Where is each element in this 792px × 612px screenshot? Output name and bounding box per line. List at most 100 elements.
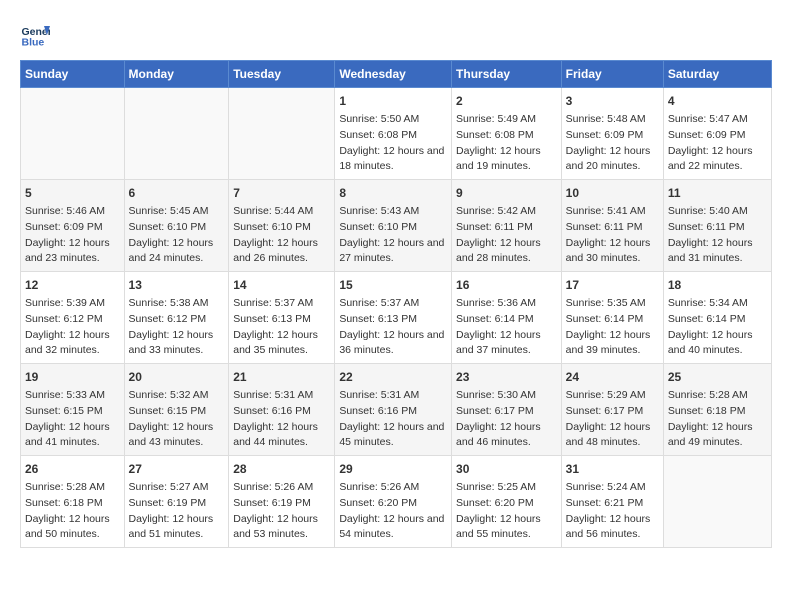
daylight-text: Daylight: 12 hours and 35 minutes. <box>233 328 330 360</box>
day-number: 9 <box>456 184 557 202</box>
sunset-text: Sunset: 6:10 PM <box>233 220 330 236</box>
sunrise-text: Sunrise: 5:30 AM <box>456 388 557 404</box>
day-number: 31 <box>566 460 659 478</box>
calendar-cell: 18Sunrise: 5:34 AMSunset: 6:14 PMDayligh… <box>663 272 771 364</box>
daylight-text: Daylight: 12 hours and 27 minutes. <box>339 236 447 268</box>
sunset-text: Sunset: 6:19 PM <box>233 496 330 512</box>
sunrise-text: Sunrise: 5:47 AM <box>668 112 767 128</box>
day-number: 3 <box>566 92 659 110</box>
daylight-text: Daylight: 12 hours and 45 minutes. <box>339 420 447 452</box>
day-number: 7 <box>233 184 330 202</box>
daylight-text: Daylight: 12 hours and 46 minutes. <box>456 420 557 452</box>
sunset-text: Sunset: 6:16 PM <box>233 404 330 420</box>
sunset-text: Sunset: 6:14 PM <box>456 312 557 328</box>
daylight-text: Daylight: 12 hours and 22 minutes. <box>668 144 767 176</box>
sunrise-text: Sunrise: 5:31 AM <box>233 388 330 404</box>
sunset-text: Sunset: 6:09 PM <box>668 128 767 144</box>
day-number: 11 <box>668 184 767 202</box>
sunrise-text: Sunrise: 5:43 AM <box>339 204 447 220</box>
header-tuesday: Tuesday <box>229 61 335 88</box>
calendar-cell: 28Sunrise: 5:26 AMSunset: 6:19 PMDayligh… <box>229 456 335 548</box>
sunrise-text: Sunrise: 5:39 AM <box>25 296 120 312</box>
sunset-text: Sunset: 6:08 PM <box>456 128 557 144</box>
calendar-cell: 7Sunrise: 5:44 AMSunset: 6:10 PMDaylight… <box>229 180 335 272</box>
calendar-cell: 1Sunrise: 5:50 AMSunset: 6:08 PMDaylight… <box>335 88 452 180</box>
sunrise-text: Sunrise: 5:26 AM <box>339 480 447 496</box>
day-number: 10 <box>566 184 659 202</box>
calendar-cell: 26Sunrise: 5:28 AMSunset: 6:18 PMDayligh… <box>21 456 125 548</box>
day-number: 29 <box>339 460 447 478</box>
day-number: 25 <box>668 368 767 386</box>
svg-text:Blue: Blue <box>22 37 45 49</box>
calendar-week-5: 26Sunrise: 5:28 AMSunset: 6:18 PMDayligh… <box>21 456 772 548</box>
sunrise-text: Sunrise: 5:38 AM <box>129 296 225 312</box>
calendar-cell: 27Sunrise: 5:27 AMSunset: 6:19 PMDayligh… <box>124 456 229 548</box>
calendar-week-2: 5Sunrise: 5:46 AMSunset: 6:09 PMDaylight… <box>21 180 772 272</box>
calendar-cell: 11Sunrise: 5:40 AMSunset: 6:11 PMDayligh… <box>663 180 771 272</box>
sunset-text: Sunset: 6:19 PM <box>129 496 225 512</box>
calendar-cell: 19Sunrise: 5:33 AMSunset: 6:15 PMDayligh… <box>21 364 125 456</box>
sunrise-text: Sunrise: 5:25 AM <box>456 480 557 496</box>
sunrise-text: Sunrise: 5:26 AM <box>233 480 330 496</box>
sunrise-text: Sunrise: 5:37 AM <box>339 296 447 312</box>
calendar-cell: 13Sunrise: 5:38 AMSunset: 6:12 PMDayligh… <box>124 272 229 364</box>
calendar-cell: 22 Sunrise: 5:31 AMSunset: 6:16 PMDayligh… <box>335 364 452 456</box>
daylight-text: Daylight: 12 hours and 37 minutes. <box>456 328 557 360</box>
daylight-text: Daylight: 12 hours and 56 minutes. <box>566 512 659 544</box>
sunrise-text: Sunrise: 5:40 AM <box>668 204 767 220</box>
day-number: 22 <box>339 368 447 386</box>
day-number: 6 <box>129 184 225 202</box>
daylight-text: Daylight: 12 hours and 28 minutes. <box>456 236 557 268</box>
sunset-text: Sunset: 6:13 PM <box>233 312 330 328</box>
daylight-text: Daylight: 12 hours and 24 minutes. <box>129 236 225 268</box>
daylight-text: Daylight: 12 hours and 32 minutes. <box>25 328 120 360</box>
sunset-text: Sunset: 6:12 PM <box>129 312 225 328</box>
day-number: 14 <box>233 276 330 294</box>
day-number: 18 <box>668 276 767 294</box>
daylight-text: Daylight: 12 hours and 55 minutes. <box>456 512 557 544</box>
sunrise-text: Sunrise: 5:45 AM <box>129 204 225 220</box>
calendar-week-1: 1Sunrise: 5:50 AMSunset: 6:08 PMDaylight… <box>21 88 772 180</box>
calendar-table: Sunday Monday Tuesday Wednesday Thursday… <box>20 60 772 548</box>
calendar-cell: 10Sunrise: 5:41 AMSunset: 6:11 PMDayligh… <box>561 180 663 272</box>
calendar-cell <box>663 456 771 548</box>
day-number: 19 <box>25 368 120 386</box>
sunrise-text: Sunrise: 5:36 AM <box>456 296 557 312</box>
calendar-cell: 16 Sunrise: 5:36 AMSunset: 6:14 PMDayligh… <box>452 272 562 364</box>
day-number: 20 <box>129 368 225 386</box>
header-friday: Friday <box>561 61 663 88</box>
calendar-cell: 3Sunrise: 5:48 AMSunset: 6:09 PMDaylight… <box>561 88 663 180</box>
calendar-week-4: 19Sunrise: 5:33 AMSunset: 6:15 PMDayligh… <box>21 364 772 456</box>
sunset-text: Sunset: 6:14 PM <box>566 312 659 328</box>
calendar-cell: 30 Sunrise: 5:25 AMSunset: 6:20 PMDayligh… <box>452 456 562 548</box>
sunset-text: Sunset: 6:09 PM <box>25 220 120 236</box>
sunrise-text: Sunrise: 5:33 AM <box>25 388 120 404</box>
day-number: 21 <box>233 368 330 386</box>
sunset-text: Sunset: 6:16 PM <box>339 404 447 420</box>
sunrise-text: Sunrise: 5:49 AM <box>456 112 557 128</box>
day-number: 30 <box>456 460 557 478</box>
calendar-cell: 4Sunrise: 5:47 AMSunset: 6:09 PMDaylight… <box>663 88 771 180</box>
daylight-text: Daylight: 12 hours and 31 minutes. <box>668 236 767 268</box>
sunset-text: Sunset: 6:20 PM <box>456 496 557 512</box>
calendar-cell: 6Sunrise: 5:45 AMSunset: 6:10 PMDaylight… <box>124 180 229 272</box>
daylight-text: Daylight: 12 hours and 53 minutes. <box>233 512 330 544</box>
calendar-cell: 24Sunrise: 5:29 AMSunset: 6:17 PMDayligh… <box>561 364 663 456</box>
day-number: 8 <box>339 184 447 202</box>
day-number: 17 <box>566 276 659 294</box>
sunset-text: Sunset: 6:08 PM <box>339 128 447 144</box>
sunset-text: Sunset: 6:12 PM <box>25 312 120 328</box>
sunrise-text: Sunrise: 5:31 AM <box>339 388 447 404</box>
calendar-cell: 5Sunrise: 5:46 AMSunset: 6:09 PMDaylight… <box>21 180 125 272</box>
calendar-cell: 25Sunrise: 5:28 AMSunset: 6:18 PMDayligh… <box>663 364 771 456</box>
sunrise-text: Sunrise: 5:42 AM <box>456 204 557 220</box>
daylight-text: Daylight: 12 hours and 51 minutes. <box>129 512 225 544</box>
sunset-text: Sunset: 6:10 PM <box>339 220 447 236</box>
sunrise-text: Sunrise: 5:37 AM <box>233 296 330 312</box>
sunset-text: Sunset: 6:17 PM <box>456 404 557 420</box>
daylight-text: Daylight: 12 hours and 23 minutes. <box>25 236 120 268</box>
sunrise-text: Sunrise: 5:48 AM <box>566 112 659 128</box>
day-number: 16 <box>456 276 557 294</box>
calendar-cell: 2Sunrise: 5:49 AMSunset: 6:08 PMDaylight… <box>452 88 562 180</box>
calendar-cell <box>124 88 229 180</box>
